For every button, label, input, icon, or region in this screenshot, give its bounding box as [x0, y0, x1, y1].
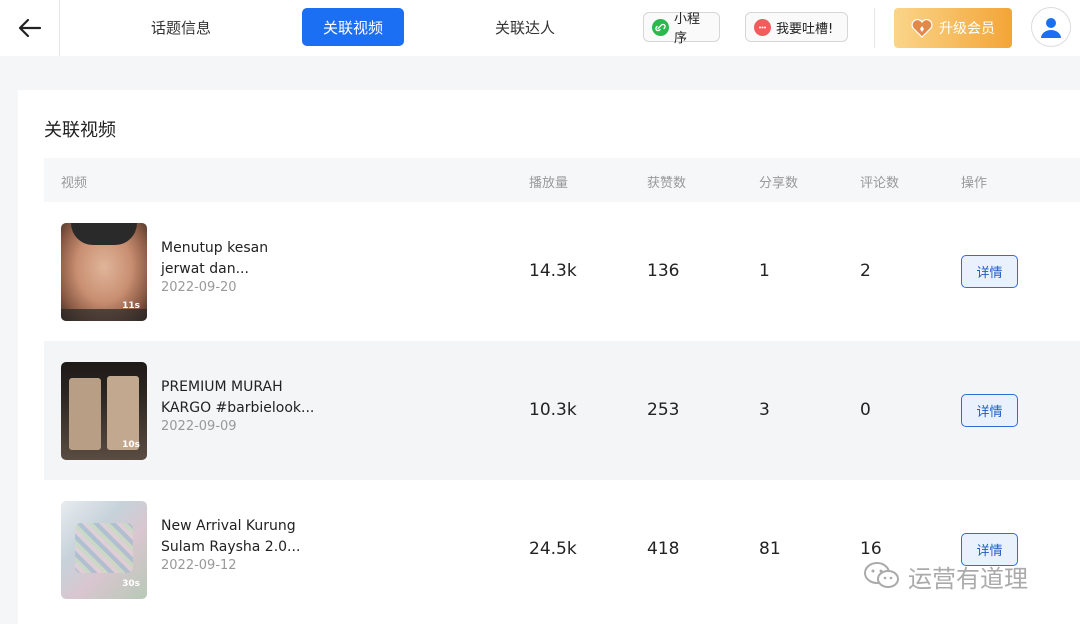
video-duration: 30s — [122, 579, 140, 589]
video-title-line: Menutup kesan — [161, 240, 269, 256]
tab-related-creators[interactable]: 关联达人 — [470, 8, 580, 46]
watermark-text: 运营有道理 — [908, 564, 1028, 593]
col-video: 视频 — [61, 176, 88, 191]
shares-value: 1 — [759, 261, 770, 281]
detail-button[interactable]: 详情 — [961, 394, 1018, 427]
feedback-button[interactable]: 我要吐槽! — [745, 12, 848, 42]
plays-value: 24.5k — [529, 539, 577, 559]
col-plays: 播放量 — [529, 176, 569, 191]
likes-value: 253 — [647, 400, 680, 420]
watermark: 运营有道理 — [862, 556, 1028, 596]
feedback-label: 我要吐槽! — [776, 21, 834, 37]
user-icon — [1041, 18, 1061, 38]
shares-value: 3 — [759, 400, 770, 420]
likes-value: 418 — [647, 539, 680, 559]
col-likes: 获赞数 — [647, 176, 687, 191]
video-title-line: PREMIUM MURAH — [161, 379, 283, 395]
video-title[interactable]: New Arrival Kurung Sulam Raysha 2.0... — [161, 516, 331, 558]
likes-value: 136 — [647, 261, 680, 281]
tab-topic-info[interactable]: 话题信息 — [126, 8, 236, 46]
plays-value: 14.3k — [529, 261, 577, 281]
shares-value: 81 — [759, 539, 781, 559]
video-date: 2022-09-12 — [161, 558, 237, 573]
plays-value: 10.3k — [529, 400, 577, 420]
video-date: 2022-09-09 — [161, 419, 237, 434]
table-row: 30s New Arrival Kurung Sulam Raysha 2.0.… — [44, 480, 1080, 619]
video-duration: 10s — [122, 440, 140, 450]
video-thumbnail[interactable]: 10s — [61, 362, 147, 460]
heart-icon — [911, 19, 933, 38]
back-arrow-icon — [18, 18, 41, 38]
video-title-line: Sulam Raysha 2.0... — [161, 539, 301, 555]
video-date: 2022-09-20 — [161, 280, 237, 295]
col-comments: 评论数 — [860, 176, 900, 191]
section-title: 关联视频 — [44, 120, 116, 141]
video-duration: 11s — [122, 301, 140, 311]
video-thumbnail[interactable]: 30s — [61, 501, 147, 599]
link-icon — [652, 18, 669, 36]
table-header: 视频 播放量 获赞数 分享数 评论数 操作 — [44, 158, 1080, 202]
chat-icon — [754, 18, 771, 36]
tab-related-videos[interactable]: 关联视频 — [302, 8, 404, 46]
wechat-icon — [864, 562, 899, 588]
related-videos-card: 关联视频 视频 播放量 获赞数 分享数 评论数 操作 11s Menutup k… — [18, 90, 1080, 624]
upgrade-vip-button[interactable]: 升级会员 — [894, 8, 1012, 48]
mini-program-button[interactable]: 小程序 — [643, 12, 720, 46]
back-button[interactable] — [0, 0, 60, 56]
mini-program-label: 小程序 — [674, 12, 701, 46]
comments-value: 2 — [860, 261, 871, 281]
video-title-line: New Arrival Kurung — [161, 518, 296, 534]
detail-button[interactable]: 详情 — [961, 255, 1018, 288]
table-row: 10s PREMIUM MURAH KARGO #barbielook... 2… — [44, 341, 1080, 480]
video-title-line: KARGO #barbielook... — [161, 400, 315, 416]
table-row: 11s Menutup kesan jerwat dan... 2022-09-… — [44, 202, 1080, 341]
comments-value: 0 — [860, 400, 871, 420]
top-bar: 话题信息 关联视频 关联达人 小程序 我要吐槽! 升级会员 — [0, 0, 1080, 56]
header-divider — [874, 8, 875, 48]
user-avatar[interactable] — [1031, 7, 1071, 47]
video-title[interactable]: PREMIUM MURAH KARGO #barbielook... — [161, 377, 331, 419]
col-action: 操作 — [961, 176, 988, 191]
upgrade-vip-label: 升级会员 — [939, 21, 995, 37]
col-shares: 分享数 — [759, 176, 799, 191]
video-thumbnail[interactable]: 11s — [61, 223, 147, 321]
video-title[interactable]: Menutup kesan jerwat dan... — [161, 238, 331, 280]
video-title-line: jerwat dan... — [161, 261, 249, 277]
